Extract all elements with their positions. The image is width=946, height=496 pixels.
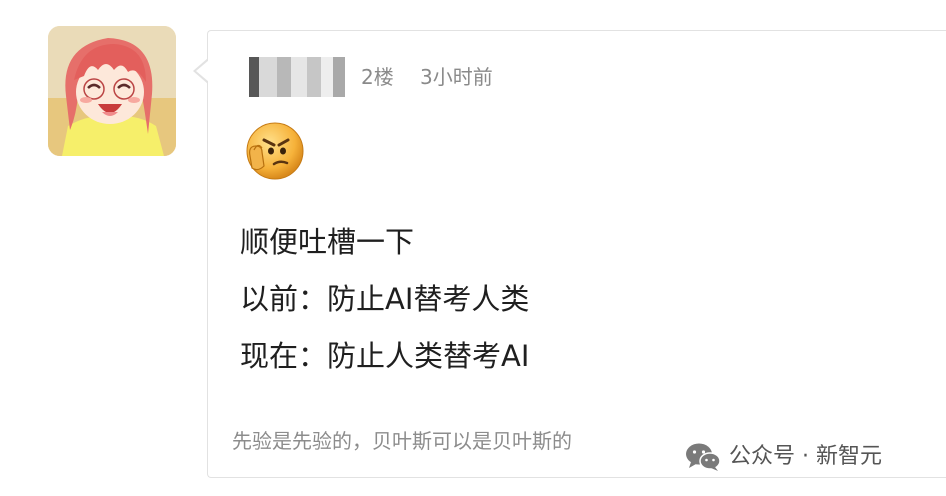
comment-line-1: 顺便吐槽一下 xyxy=(240,225,415,259)
floor-number: 2楼 xyxy=(361,65,394,89)
watermark-text: 公众号 · 新智元 xyxy=(729,444,882,469)
username-redacted xyxy=(235,57,345,97)
card-pointer-fill xyxy=(196,60,209,82)
wechat-icon xyxy=(685,442,721,472)
comment-line-3: 现在：防止人类替考AI xyxy=(240,339,530,373)
user-signature: 先验是先验的，贝叶斯可以是贝叶斯的 xyxy=(232,429,572,453)
comment-line-2: 以前：防止AI替考人类 xyxy=(240,282,530,316)
avatar[interactable] xyxy=(48,26,176,156)
smirk-thumb-emoji-icon xyxy=(244,120,306,182)
watermark: 公众号 · 新智元 xyxy=(685,442,882,472)
post-time: 3小时前 xyxy=(420,65,493,89)
